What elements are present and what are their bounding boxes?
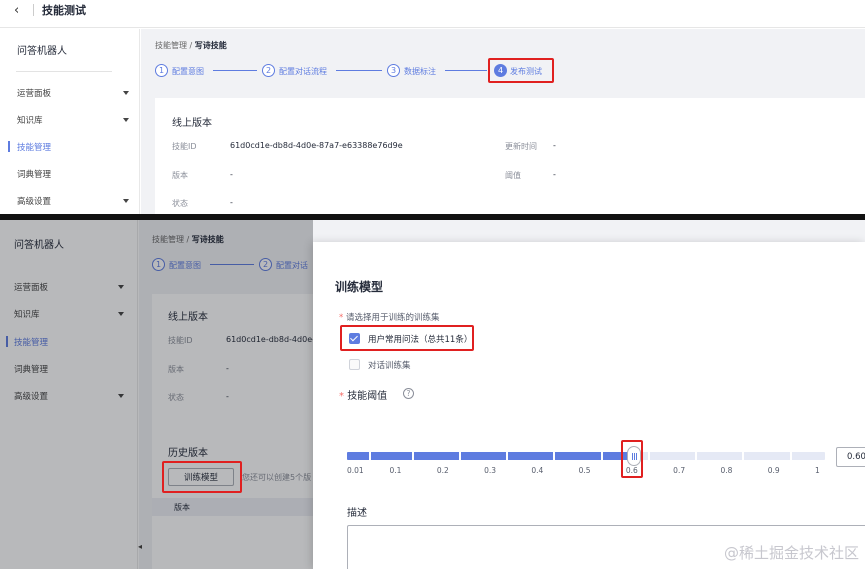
step-4-number[interactable]: 4 bbox=[494, 64, 507, 77]
trainset-option-user-questions[interactable]: 用户常用问法（总共11条） bbox=[368, 333, 472, 345]
slider-handle[interactable] bbox=[626, 446, 641, 466]
online-version-card: 线上版本 技能ID 61d0cd1e-db8d-4d0e-87a7-e63388… bbox=[155, 98, 865, 214]
update-time-label: 更新时间 bbox=[505, 142, 537, 151]
slider-tick-label: 0.4 bbox=[531, 466, 544, 475]
slider-tick-label: 0.01 bbox=[347, 466, 364, 475]
slider-tick-label: 0.7 bbox=[673, 466, 686, 475]
header-divider bbox=[33, 4, 34, 16]
grip-line bbox=[635, 453, 637, 460]
slider-segment-gap bbox=[506, 452, 509, 460]
chevron-down-icon bbox=[123, 199, 129, 203]
step-4-label[interactable]: 发布测试 bbox=[510, 66, 542, 77]
sidebar-item-dictionary[interactable]: 词典管理 bbox=[17, 168, 51, 180]
skill-id-label: 技能ID bbox=[172, 142, 197, 151]
slider-segment-gap bbox=[789, 452, 792, 460]
slider-tick-label: 0.2 bbox=[436, 466, 449, 475]
sidebar-item-knowledge[interactable]: 知识库 bbox=[17, 114, 43, 126]
question-circle-icon[interactable]: ? bbox=[403, 388, 414, 399]
chevron-left-icon[interactable]: ‹ bbox=[14, 3, 19, 18]
slider-tick-label: 0.6 bbox=[625, 466, 638, 475]
required-asterisk: * bbox=[339, 391, 344, 402]
step-1-number[interactable]: 1 bbox=[155, 64, 168, 77]
page-title: 技能测试 bbox=[42, 4, 86, 17]
collapse-sidebar-icon[interactable]: ◂ bbox=[138, 542, 142, 551]
modal-backdrop[interactable] bbox=[0, 220, 313, 569]
threshold-label: 阈值 bbox=[505, 171, 521, 180]
required-asterisk: * bbox=[339, 313, 344, 323]
step-2-number[interactable]: 2 bbox=[262, 64, 275, 77]
slider-tick-label: 0.3 bbox=[484, 466, 497, 475]
version-value: - bbox=[230, 170, 233, 179]
slider-segment-gap bbox=[647, 452, 650, 460]
breadcrumb-current: 写诗技能 bbox=[194, 41, 227, 50]
step-3-label[interactable]: 数据标注 bbox=[404, 66, 436, 77]
skill-id-value: 61d0cd1e-db8d-4d0e-87a7-e63388e76d9e bbox=[230, 141, 403, 150]
bottom-screenshot-panel: 问答机器人 运营面板 知识库 技能管理 词典管理 高级设置 技能管理 / 写诗技… bbox=[0, 220, 865, 569]
step-2-label[interactable]: 配置对话流程 bbox=[279, 66, 327, 77]
grip-line bbox=[633, 453, 635, 460]
sidebar-item-ops-panel[interactable]: 运营面板 bbox=[17, 87, 51, 99]
dialog-title: 训练模型 bbox=[335, 280, 384, 294]
train-model-dialog: 训练模型 * 请选择用于训练的训练集 用户常用问法（总共11条） 对话训练集 *… bbox=[313, 242, 865, 569]
sidebar-item-advanced[interactable]: 高级设置 bbox=[17, 195, 51, 207]
status-value: - bbox=[230, 198, 233, 207]
trainset-option-dialog[interactable]: 对话训练集 bbox=[368, 359, 411, 371]
slider-tick-label: 0.9 bbox=[767, 466, 780, 475]
update-time-value: - bbox=[553, 141, 556, 150]
slider-tick-label: 0.8 bbox=[720, 466, 733, 475]
watermark: @稀土掘金技术社区 bbox=[723, 544, 859, 562]
sidebar: 问答机器人 运营面板 知识库 技能管理 词典管理 高级设置 bbox=[0, 29, 140, 214]
threshold-label-text: 技能阈值 bbox=[347, 391, 388, 402]
chevron-down-icon bbox=[123, 91, 129, 95]
slider-segment-gap bbox=[411, 452, 414, 460]
threshold-value: - bbox=[553, 170, 556, 179]
slider-segment-gap bbox=[369, 452, 371, 460]
grip-line bbox=[631, 453, 633, 460]
breadcrumb: 技能管理 / 写诗技能 bbox=[155, 40, 227, 51]
slider-segment-gap bbox=[600, 452, 603, 460]
slider-segment-gap bbox=[553, 452, 556, 460]
top-screenshot-panel: ‹ 技能测试 问答机器人 运营面板 知识库 技能管理 词典管理 高级设置 技能管… bbox=[0, 0, 865, 214]
slider-segment-gap bbox=[458, 452, 461, 460]
sidebar-bot-name: 问答机器人 bbox=[17, 46, 67, 57]
slider-tick-label: 1 bbox=[815, 466, 820, 475]
step-3-number[interactable]: 3 bbox=[387, 64, 400, 77]
trainset-label: * 请选择用于训练的训练集 bbox=[339, 311, 439, 323]
step-connector bbox=[336, 70, 382, 71]
slider-tick-label: 0.5 bbox=[578, 466, 591, 475]
trainset-label-text: 请选择用于训练的训练集 bbox=[345, 313, 440, 323]
description-label: 描述 bbox=[347, 508, 367, 519]
breadcrumb-parent[interactable]: 技能管理 bbox=[155, 41, 187, 50]
step-connector bbox=[213, 70, 257, 71]
card-title: 线上版本 bbox=[172, 118, 212, 129]
threshold-number-input[interactable]: 0.60 bbox=[836, 447, 865, 467]
version-label: 版本 bbox=[172, 171, 188, 180]
page-header: ‹ 技能测试 bbox=[0, 0, 865, 28]
threshold-field-label: * 技能阈值 bbox=[339, 387, 387, 402]
slider-segment-gap bbox=[695, 452, 698, 460]
slider-tick-label: 0.1 bbox=[389, 466, 402, 475]
trainset-checkbox-user-questions[interactable] bbox=[349, 333, 360, 344]
breadcrumb-separator: / bbox=[189, 41, 193, 50]
slider-fill bbox=[347, 452, 634, 460]
chevron-down-icon bbox=[123, 118, 129, 122]
slider-segment-gap bbox=[742, 452, 745, 460]
trainset-checkbox-dialog[interactable] bbox=[349, 359, 360, 370]
step-1-label[interactable]: 配置意图 bbox=[172, 66, 204, 77]
step-connector bbox=[445, 70, 487, 71]
active-indicator bbox=[8, 141, 10, 152]
sidebar-item-skills[interactable]: 技能管理 bbox=[17, 141, 51, 153]
sidebar-divider bbox=[16, 71, 112, 72]
status-label: 状态 bbox=[172, 199, 188, 208]
